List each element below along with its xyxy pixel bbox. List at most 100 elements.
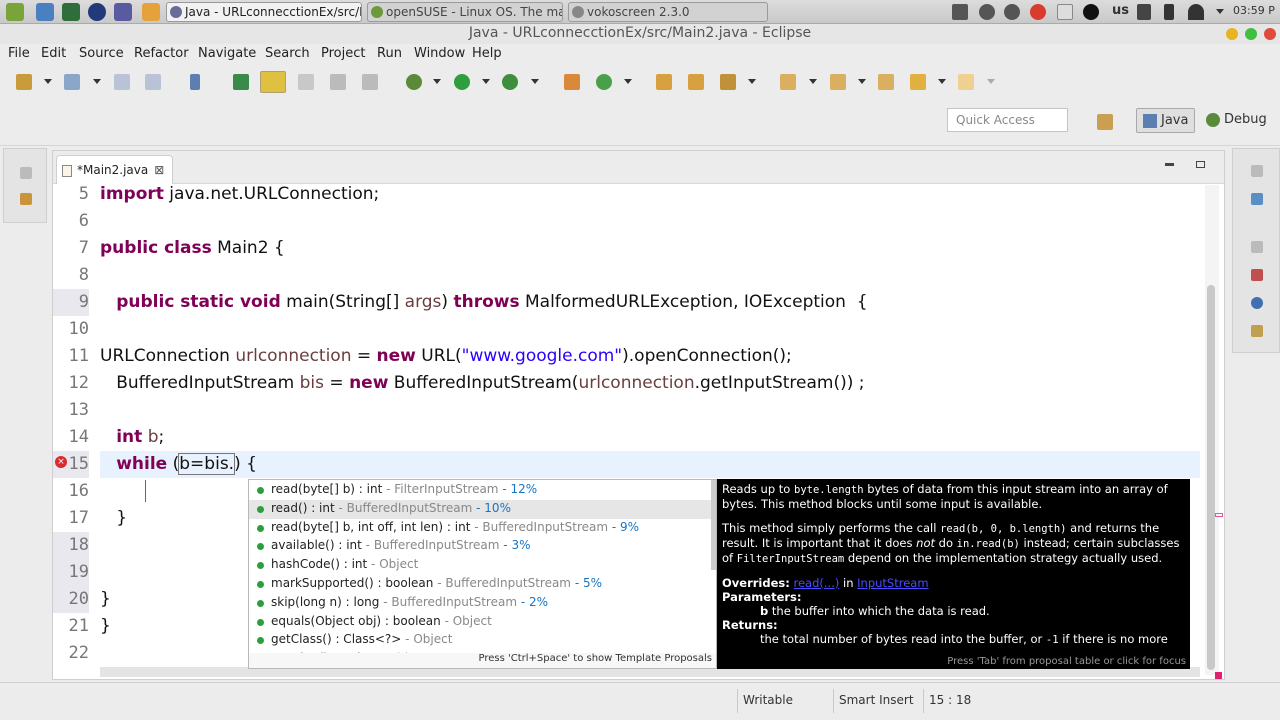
prev-annotation-dropdown-icon[interactable] xyxy=(858,79,866,84)
code-line[interactable]: } xyxy=(100,505,127,532)
proposal-item[interactable]: read() : int - BufferedInputStream - 10% xyxy=(249,499,714,519)
editor-vertical-scrollbar[interactable] xyxy=(1205,185,1219,675)
open-file-icon[interactable] xyxy=(688,74,704,90)
code-line[interactable]: int b; xyxy=(100,424,164,451)
debug-dropdown-icon[interactable] xyxy=(433,79,441,84)
tray-chevron-down-icon[interactable] xyxy=(1216,9,1224,14)
code-line[interactable]: BufferedInputStream bis = new BufferedIn… xyxy=(100,370,864,397)
proposal-item[interactable]: hashCode() : int - Object xyxy=(249,556,714,575)
menu-navigate[interactable]: Navigate xyxy=(198,46,256,61)
overrides-link[interactable]: read(...) xyxy=(794,576,840,590)
code-line[interactable]: URLConnection urlconnection = new URL("w… xyxy=(100,343,792,370)
mark-occurrences-icon[interactable] xyxy=(260,71,286,93)
declaration-icon[interactable] xyxy=(1251,325,1263,337)
code-line[interactable]: public class Main2 { xyxy=(100,235,285,262)
download-icon[interactable] xyxy=(952,4,968,20)
overview-error-indicator[interactable] xyxy=(1215,672,1222,679)
open-type-icon[interactable] xyxy=(233,74,249,90)
task-vokoscreen[interactable]: vokoscreen 2.3.0 xyxy=(568,2,768,22)
javadoc-icon[interactable] xyxy=(1251,297,1263,309)
code-line[interactable]: while (b=bis.) { xyxy=(100,451,257,478)
proposal-item[interactable]: getClass() : Class<?> - Object xyxy=(249,631,714,650)
task-opensuse[interactable]: openSUSE - Linux OS. The ma xyxy=(367,2,563,22)
restore-icon[interactable] xyxy=(20,167,32,179)
javadoc-popup[interactable]: Reads up to byte.length bytes of data fr… xyxy=(717,479,1190,669)
inputstream-link[interactable]: InputStream xyxy=(857,576,928,590)
prev-annotation-icon[interactable] xyxy=(830,74,846,90)
outline-icon[interactable] xyxy=(1251,193,1263,205)
proposal-item[interactable]: available() : int - BufferedInputStream … xyxy=(249,537,714,556)
proposal-item[interactable]: read(byte[] b, int off, int len) : int -… xyxy=(249,519,714,538)
proposal-item[interactable]: skip(long n) : long - BufferedInputStrea… xyxy=(249,594,714,613)
status-insert-mode[interactable]: Smart Insert xyxy=(839,693,914,707)
error-marker-icon[interactable]: × xyxy=(55,456,67,468)
minimize-editor-icon[interactable] xyxy=(1165,163,1174,166)
forward-dropdown-icon[interactable] xyxy=(987,79,995,84)
last-edit-icon[interactable] xyxy=(878,74,894,90)
menu-help[interactable]: Help xyxy=(472,46,502,61)
show-whitespace-icon[interactable] xyxy=(330,74,346,90)
folder-icon[interactable] xyxy=(142,3,160,21)
menu-run[interactable]: Run xyxy=(377,46,402,61)
menu-file[interactable]: File xyxy=(8,46,30,61)
new-icon[interactable] xyxy=(16,74,32,90)
overview-error-marker[interactable] xyxy=(1215,513,1223,517)
back-dropdown-icon[interactable] xyxy=(938,79,946,84)
code-line[interactable]: } xyxy=(100,613,111,640)
search-dropdown-icon[interactable] xyxy=(748,79,756,84)
maximize-editor-icon[interactable] xyxy=(1196,161,1205,168)
problems-icon[interactable] xyxy=(1251,269,1263,281)
search-icon[interactable] xyxy=(720,74,736,90)
new-package-dropdown-icon[interactable] xyxy=(93,79,101,84)
new-java-class-icon[interactable] xyxy=(564,74,580,90)
open-perspective-icon[interactable] xyxy=(1097,114,1113,130)
block-selection-icon[interactable] xyxy=(298,74,314,90)
clipboard-icon[interactable] xyxy=(1057,4,1073,20)
chrome-icon[interactable] xyxy=(1030,4,1046,20)
volume-icon[interactable] xyxy=(1137,4,1151,20)
task-eclipse[interactable]: Java - URLconnecctionEx/src/M xyxy=(166,2,362,22)
quick-access-input[interactable]: Quick Access xyxy=(947,108,1068,132)
run-dropdown-icon[interactable] xyxy=(482,79,490,84)
window-close-button[interactable] xyxy=(1264,28,1276,40)
right-restore-icon[interactable] xyxy=(1251,165,1263,177)
menu-window[interactable]: Window xyxy=(414,46,465,61)
steam-icon[interactable] xyxy=(1083,4,1099,20)
proposal-item[interactable]: equals(Object obj) : boolean - Object xyxy=(249,613,714,632)
eclipse-launcher-icon[interactable] xyxy=(114,3,132,21)
proposals-scrollbar[interactable] xyxy=(711,480,716,570)
terminal-icon[interactable] xyxy=(62,3,80,21)
perspective-debug-button[interactable]: Debug xyxy=(1200,108,1273,133)
menu-search[interactable]: Search xyxy=(265,46,310,61)
new-package-icon[interactable] xyxy=(64,74,80,90)
refresh-icon[interactable] xyxy=(596,74,612,90)
code-line[interactable]: import java.net.URLConnection; xyxy=(100,181,379,208)
code-line[interactable]: } xyxy=(100,586,111,613)
proposal-item[interactable]: read(byte[] b) : int - FilterInputStream… xyxy=(249,481,714,500)
next-annotation-dropdown-icon[interactable] xyxy=(809,79,817,84)
proposal-item[interactable]: markSupported() : boolean - BufferedInpu… xyxy=(249,575,714,594)
bluetooth-icon[interactable] xyxy=(1164,4,1174,20)
window-minimize-button[interactable] xyxy=(1226,28,1238,40)
pointer-icon[interactable] xyxy=(190,74,200,90)
menu-source[interactable]: Source xyxy=(79,46,124,61)
next-annotation-icon[interactable] xyxy=(780,74,796,90)
forward-icon[interactable] xyxy=(958,74,974,90)
new-dropdown-icon[interactable] xyxy=(44,79,52,84)
coverage-icon[interactable] xyxy=(502,74,518,90)
pause-icon[interactable] xyxy=(1004,4,1020,20)
app-menu-icon[interactable] xyxy=(6,3,24,21)
open-folder-icon[interactable] xyxy=(656,74,672,90)
run-icon[interactable] xyxy=(454,74,470,90)
debug-icon[interactable] xyxy=(406,74,422,90)
refresh-dropdown-icon[interactable] xyxy=(624,79,632,84)
tab-close-icon[interactable]: ⊠ xyxy=(154,163,164,177)
menu-edit[interactable]: Edit xyxy=(41,46,66,61)
save-all-icon[interactable] xyxy=(145,74,161,90)
file-manager-icon[interactable] xyxy=(36,3,54,21)
window-maximize-button[interactable] xyxy=(1245,28,1257,40)
browser-icon[interactable] xyxy=(88,3,106,21)
menu-refactor[interactable]: Refactor xyxy=(134,46,189,61)
right-restore-icon-2[interactable] xyxy=(1251,241,1263,253)
window-titlebar[interactable]: Java - URLconnecctionEx/src/Main2.java -… xyxy=(0,24,1280,44)
